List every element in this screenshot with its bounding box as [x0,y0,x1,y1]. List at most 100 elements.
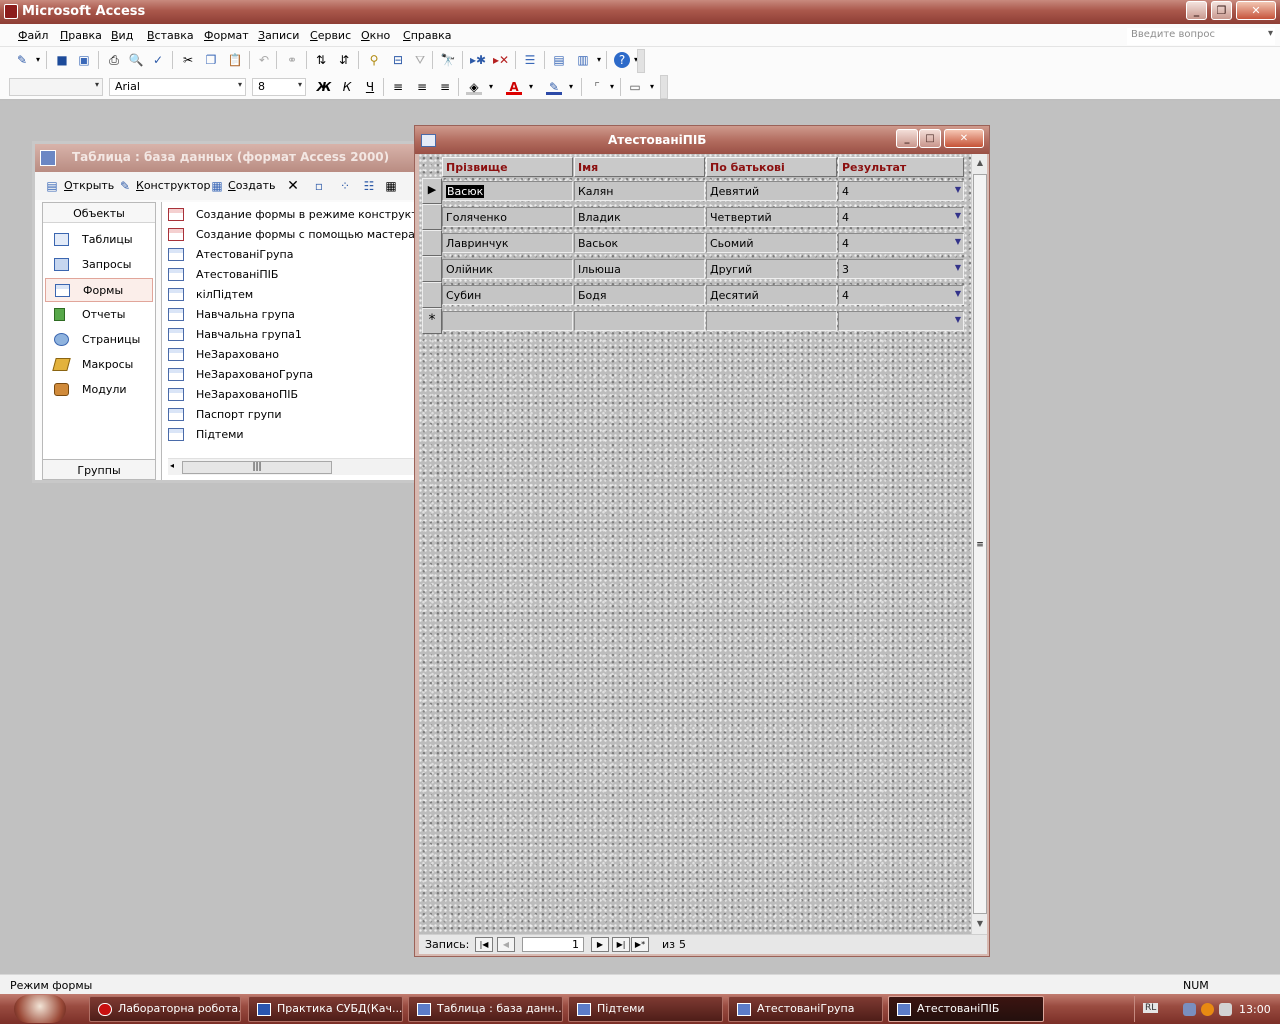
close-button[interactable]: ✕ [1236,1,1276,20]
undo-icon[interactable]: ↶ [256,52,272,68]
start-button[interactable] [14,995,66,1023]
paste-icon[interactable]: 📋 [227,52,243,68]
menu-insert[interactable]: Вставка [147,29,194,42]
new-record-selector[interactable]: * [422,308,442,334]
chevron-down-icon[interactable]: ▾ [604,79,620,95]
taskbar-item-active[interactable]: АтестованіПІБ [888,996,1044,1022]
delete-record-icon[interactable]: ▸✕ [493,52,509,68]
menu-window[interactable]: Окно [361,29,390,42]
properties-icon[interactable]: ☰ [522,52,538,68]
table-cell-surname[interactable]: Лавринчук [442,233,573,253]
objects-header[interactable]: Объекты [43,203,155,223]
menu-help[interactable]: Справка [403,29,451,42]
chevron-down-icon[interactable]: ▾ [95,80,99,89]
apply-filter-icon[interactable]: ⛛ [412,52,428,68]
restore-button[interactable]: ❐ [1211,1,1232,20]
spelling-icon[interactable]: ✓ [150,52,166,68]
delete-icon[interactable]: ✕ [285,178,301,194]
menu-file[interactable]: Файл [18,29,48,42]
border-icon[interactable]: ⌜ [589,79,605,95]
vertical-scrollbar[interactable]: ▲ ≡ ▼ [971,154,987,934]
taskbar-item[interactable]: Підтеми [568,996,723,1022]
object-forms[interactable]: Формы [45,278,153,302]
bold-icon[interactable]: Ж [316,79,332,95]
chevron-down-icon[interactable]: ▾ [591,52,607,68]
details-view-icon[interactable]: ▦ [383,178,399,194]
groups-button[interactable]: Группы [43,459,155,479]
table-cell-name[interactable]: Васьок [574,233,705,253]
language-indicator[interactable]: RL [1143,1003,1159,1013]
table-cell-surname[interactable]: Васюк [442,181,573,201]
align-left-icon[interactable]: ≡ [390,79,406,95]
chevron-down-icon[interactable]: ▾ [644,79,660,95]
italic-icon[interactable]: К [339,79,355,95]
table-cell-patronymic-new[interactable] [706,311,837,331]
print-icon[interactable]: ⎙ [106,52,122,68]
large-icons-icon[interactable]: ▫ [311,178,327,194]
menu-edit[interactable]: Правка [60,29,102,42]
filter-form-icon[interactable]: ⊟ [390,52,406,68]
column-header-patronymic[interactable]: По батькові [706,157,837,177]
chevron-down-icon[interactable]: ▼ [955,289,961,298]
menu-format[interactable]: Формат [204,29,249,42]
object-macros[interactable]: Макросы [45,353,153,377]
database-window-titlebar[interactable]: Таблица : база данных (формат Access 200… [35,144,418,172]
chevron-down-icon[interactable]: ▼ [955,315,961,324]
first-record-button[interactable]: |◀ [475,937,493,952]
save-icon[interactable]: ■ [54,52,70,68]
small-icons-icon[interactable]: ⁘ [337,178,353,194]
chevron-down-icon[interactable]: ▾ [1268,28,1273,39]
object-tables[interactable]: Таблицы [45,228,153,252]
last-record-button[interactable]: ▶| [612,937,630,952]
copy-icon[interactable]: ❐ [203,52,219,68]
object-combo[interactable]: ▾ [9,78,103,96]
table-cell-patronymic[interactable]: Четвертий [706,207,837,227]
new-record-button[interactable]: ▶* [631,937,649,952]
print-preview-icon[interactable]: 🔍 [128,52,144,68]
object-reports[interactable]: Отчеты [45,303,153,327]
chevron-down-icon[interactable]: ▾ [30,52,46,68]
table-cell-name[interactable]: Владик [574,207,705,227]
chevron-down-icon[interactable]: ▾ [563,79,579,95]
taskbar-item[interactable]: Практика СУБД(Кач... [248,996,403,1022]
update-icon[interactable] [1201,1003,1214,1016]
align-right-icon[interactable]: ≡ [437,79,453,95]
table-cell-name[interactable]: Калян [574,181,705,201]
table-cell-name[interactable]: Бодя [574,285,705,305]
fill-color-icon[interactable]: ◈ [466,79,482,95]
table-cell-result[interactable]: 4 ▼ [838,233,964,253]
table-cell-surname[interactable]: Голяченко [442,207,573,227]
minimize-button[interactable]: _ [1186,1,1207,20]
align-center-icon[interactable]: ≡ [414,79,430,95]
new-record-icon[interactable]: ▸✱ [470,52,486,68]
form-maximize-button[interactable]: □ [919,129,941,148]
toolbar-options-handle[interactable] [637,49,645,73]
table-cell-surname[interactable]: Олійник [442,259,573,279]
chevron-down-icon[interactable]: ▾ [238,80,242,89]
table-cell-result[interactable]: 4 ▼ [838,207,964,227]
table-cell-name-new[interactable] [574,311,705,331]
record-selector[interactable] [422,204,442,230]
line-color-icon[interactable]: ✎ [546,79,562,95]
object-queries[interactable]: Запросы [45,253,153,277]
chevron-down-icon[interactable]: ▼ [955,237,961,246]
form-window-titlebar[interactable]: АтестованіПІБ _ □ ✕ [415,126,989,154]
underline-icon[interactable]: Ч [362,79,378,95]
ask-question-box[interactable]: Введите вопрос ▾ [1127,28,1275,45]
special-effect-icon[interactable]: ▭ [627,79,643,95]
chevron-down-icon[interactable]: ▾ [483,79,499,95]
create-button[interactable]: Создать [228,179,276,192]
current-record-field[interactable]: 1 [522,937,584,952]
table-cell-patronymic[interactable]: Десятий [706,285,837,305]
font-color-icon[interactable]: A [506,79,522,95]
design-button[interactable]: Конструктор [136,179,210,192]
chevron-down-icon[interactable]: ▼ [955,263,961,272]
next-record-button[interactable]: ▶ [591,937,609,952]
object-modules[interactable]: Модули [45,378,153,402]
new-object-icon[interactable]: ▥ [575,52,591,68]
toolbar-options-handle[interactable] [660,75,668,99]
column-header-surname[interactable]: Прізвище [442,157,573,177]
table-cell-surname-new[interactable] [442,311,573,331]
scroll-thumb[interactable]: ||| [182,461,332,474]
table-cell-patronymic[interactable]: Сьомий [706,233,837,253]
